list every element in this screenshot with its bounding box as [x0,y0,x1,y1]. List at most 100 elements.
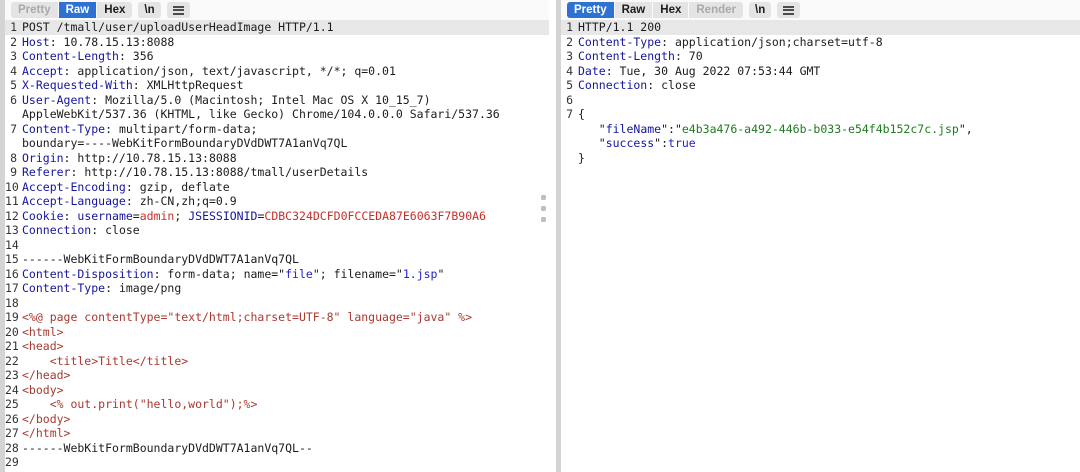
code-line: 17Content-Type: image/png [5,281,549,296]
line-number: 19 [5,310,22,325]
line-number: 6 [5,93,22,108]
request-tab-raw[interactable]: Raw [59,2,97,18]
code-line-text: </head> [22,368,70,383]
code-line: 22 <title>Title</title> [5,354,549,369]
code-line: 4Date: Tue, 30 Aug 2022 07:53:44 GMT [561,64,1080,79]
line-number: 25 [5,397,22,412]
code-line: 29 [5,455,549,470]
request-newline-toggle-button[interactable]: \n [138,2,160,18]
code-line-text: Content-Length: 356 [22,49,154,64]
code-line: 5X-Requested-With: XMLHttpRequest [5,78,549,93]
response-panel: PrettyRawHexRender \n 1HTTP/1.1 2002Cont… [556,0,1080,472]
code-line: 5Connection: close [561,78,1080,93]
code-line-text: Content-Type: multipart/form-data; [22,122,257,137]
code-line-text: Origin: http://10.78.15.13:8088 [22,151,237,166]
code-line: 21<head> [5,339,549,354]
code-line: 27</html> [5,426,549,441]
code-line-text: Content-Type: image/png [22,281,181,296]
response-tabbar: PrettyRawHexRender \n [556,0,1080,20]
code-line: 23</head> [5,368,549,383]
burp-message-editor: PrettyRawHex \n 1POST /tmall/user/upload… [0,0,1080,472]
code-line-text: Host: 10.78.15.13:8088 [22,35,174,50]
line-number: 24 [5,383,22,398]
response-newline-toggle-button[interactable]: \n [749,2,771,18]
request-editor[interactable]: 1POST /tmall/user/uploadUserHeadImage HT… [0,20,549,470]
response-tab-pretty[interactable]: Pretty [567,2,614,18]
line-number: 9 [5,165,22,180]
line-number: 15 [5,252,22,267]
code-line: 1POST /tmall/user/uploadUserHeadImage HT… [0,20,549,35]
splitter-drag-handle[interactable] [541,195,547,228]
request-tab-pretty: Pretty [11,2,58,18]
response-tab-group: PrettyRawHexRender [567,2,743,18]
line-number: 26 [5,412,22,427]
code-line: 25 <% out.print("hello,world");%> [5,397,549,412]
panel-divider [549,0,556,472]
code-line: 10Accept-Encoding: gzip, deflate [5,180,549,195]
drag-handle-dot-icon [541,195,546,200]
hamburger-menu-icon [783,6,794,15]
line-number [561,122,578,137]
line-number: 1 [561,20,578,35]
code-line: 19<%@ page contentType="text/html;charse… [5,310,549,325]
code-line: 2Content-Type: application/json;charset=… [561,35,1080,50]
line-number: 1 [5,20,22,35]
request-panel-edge-strip [0,0,5,472]
response-editor[interactable]: 1HTTP/1.1 2002Content-Type: application/… [556,20,1080,165]
line-number: 22 [5,354,22,369]
drag-handle-dot-icon [541,217,546,222]
request-tab-group: PrettyRawHex [11,2,132,18]
code-line-text: </html> [22,426,70,441]
code-line-text: <html> [22,325,64,340]
code-line-text: Content-Disposition: form-data; name="fi… [22,267,444,282]
line-number: 2 [561,35,578,50]
line-number [5,107,22,122]
code-line-text: <% out.print("hello,world");%> [22,397,257,412]
line-number: 21 [5,339,22,354]
code-line: 6User-Agent: Mozilla/5.0 (Macintosh; Int… [5,93,549,108]
code-line: 12Cookie: username=admin; JSESSIONID=CDB… [5,209,549,224]
hamburger-menu-icon [173,6,184,15]
code-line: 2Host: 10.78.15.13:8088 [5,35,549,50]
response-tab-hex[interactable]: Hex [653,2,688,18]
drag-handle-dot-icon [541,206,546,211]
line-number: 13 [5,223,22,238]
line-number: 7 [5,122,22,137]
code-line-text: "fileName":"e4b3a476-a492-446b-b033-e54f… [578,122,973,137]
code-line-text: Date: Tue, 30 Aug 2022 07:53:44 GMT [578,64,820,79]
line-number: 18 [5,296,22,311]
line-number: 5 [561,78,578,93]
line-number: 20 [5,325,22,340]
request-editor-menu-button[interactable] [167,2,190,18]
code-line-text: Accept-Language: zh-CN,zh;q=0.9 [22,194,237,209]
response-tab-raw[interactable]: Raw [615,2,653,18]
code-line: 6 [561,93,1080,108]
code-line-text: Connection: close [578,78,696,93]
line-number: 3 [5,49,22,64]
code-line: 18 [5,296,549,311]
response-editor-menu-button[interactable] [777,2,800,18]
newline-label: \n [755,2,765,18]
code-line: "fileName":"e4b3a476-a492-446b-b033-e54f… [561,122,1080,137]
line-number [5,136,22,151]
code-line: 9Referer: http://10.78.15.13:8088/tmall/… [5,165,549,180]
code-line-text: Accept-Encoding: gzip, deflate [22,180,230,195]
request-tab-hex[interactable]: Hex [97,2,132,18]
request-panel: PrettyRawHex \n 1POST /tmall/user/upload… [0,0,549,472]
line-number: 17 [5,281,22,296]
line-number: 6 [561,93,578,108]
code-line: 3Content-Length: 70 [561,49,1080,64]
line-number: 11 [5,194,22,209]
code-line: 28------WebKitFormBoundaryDVdDWT7A1anVq7… [5,441,549,456]
code-line-text: <%@ page contentType="text/html;charset=… [22,310,472,325]
response-tab-render: Render [689,2,743,18]
line-number: 28 [5,441,22,456]
code-line-text: POST /tmall/user/uploadUserHeadImage HTT… [22,20,334,35]
line-number: 16 [5,267,22,282]
newline-label: \n [144,2,154,18]
code-line: 13Connection: close [5,223,549,238]
code-line-text: X-Requested-With: XMLHttpRequest [22,78,244,93]
code-line: "success":true [561,136,1080,151]
line-number [561,151,578,166]
code-line-text: Cookie: username=admin; JSESSIONID=CDBC3… [22,209,486,224]
